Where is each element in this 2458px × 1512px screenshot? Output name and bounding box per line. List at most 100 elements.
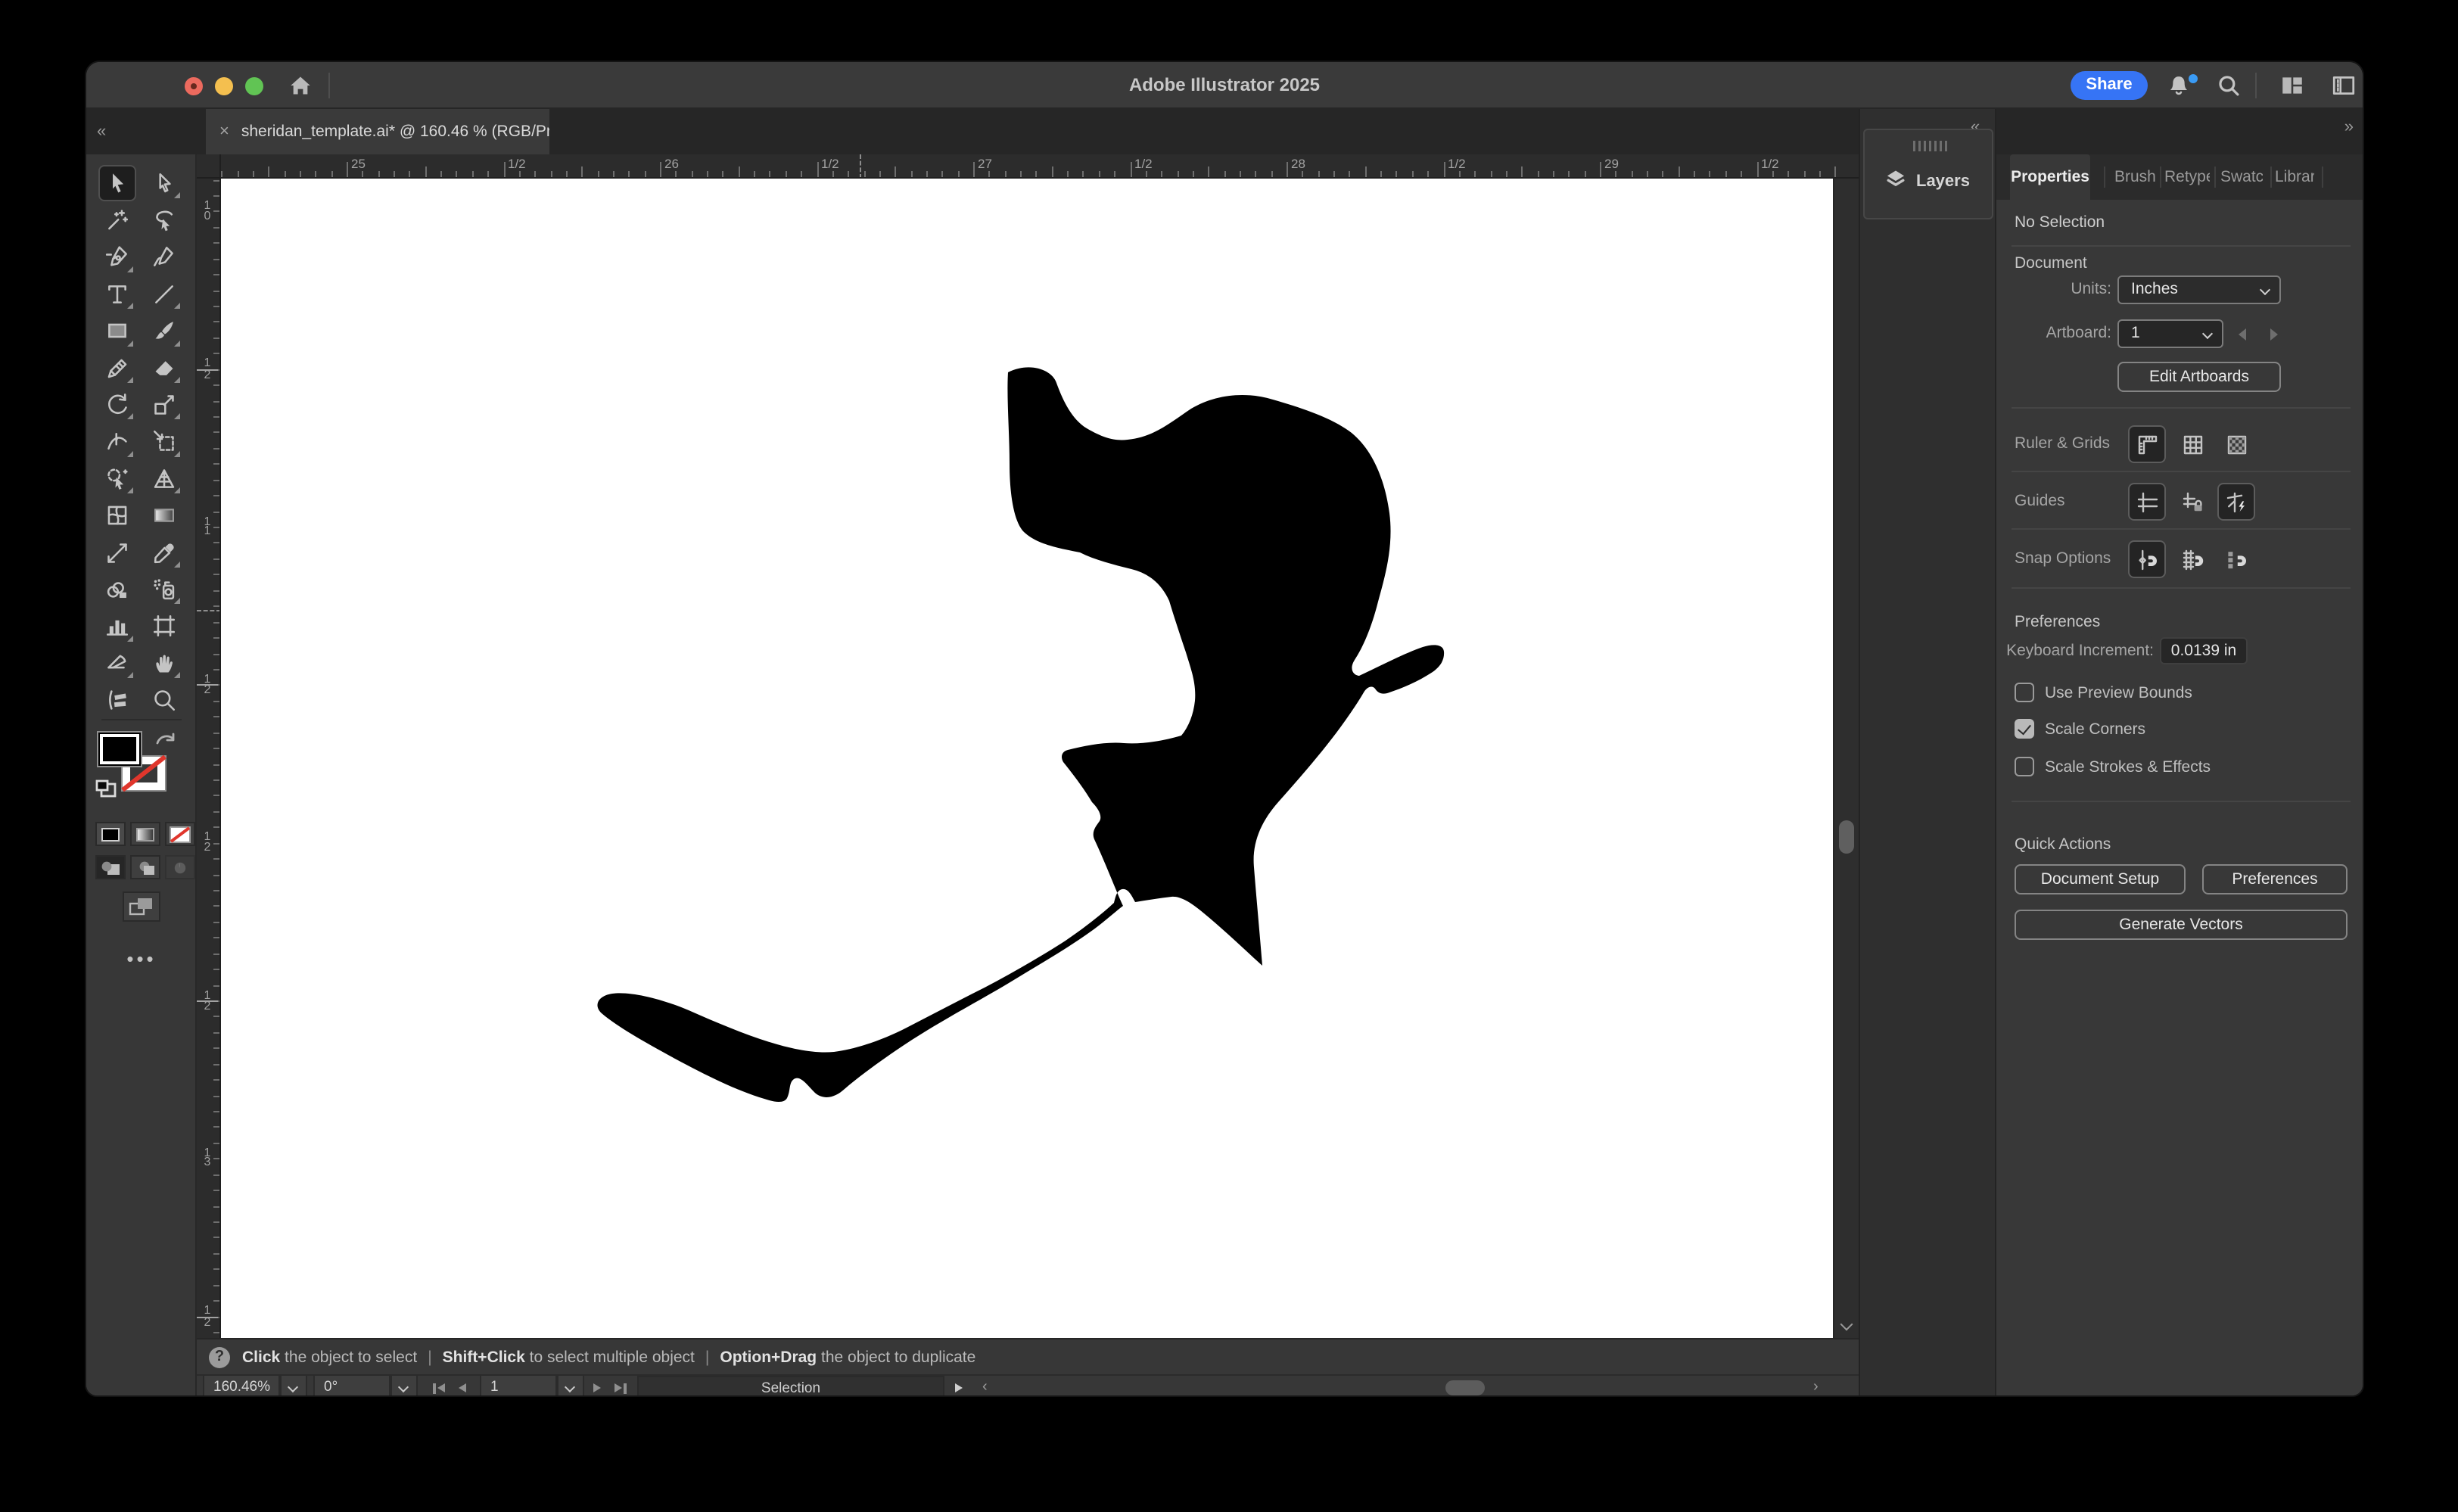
show-grid-button[interactable] <box>2175 427 2210 462</box>
rectangle-tool[interactable] <box>100 314 135 347</box>
show-transparency-grid-button[interactable] <box>2219 427 2254 462</box>
workspace-switcher-icon[interactable] <box>2279 73 2305 98</box>
lock-guides-button[interactable] <box>2175 484 2210 519</box>
hand-tool[interactable] <box>147 646 182 680</box>
last-artboard-icon[interactable] <box>614 1383 622 1392</box>
edit-artboards-button[interactable]: Edit Artboards <box>2117 362 2281 392</box>
previous-artboard-arrow-icon[interactable] <box>2239 328 2246 341</box>
notifications-bell-icon[interactable] <box>2166 73 2192 98</box>
none-button[interactable] <box>165 822 195 846</box>
pen-tool[interactable] <box>100 241 135 274</box>
tab-libraries[interactable]: Libraries <box>2275 154 2314 200</box>
slice-tool[interactable] <box>100 646 135 680</box>
tab-swatches[interactable]: Swatches <box>2220 154 2263 200</box>
help-icon[interactable]: ? <box>209 1347 230 1368</box>
units-select[interactable]: Inches <box>2117 275 2281 304</box>
curvature-tool[interactable] <box>147 241 182 274</box>
tab-retype[interactable]: Retype <box>2164 154 2210 200</box>
draw-behind-mode-button[interactable] <box>130 855 160 879</box>
gradient-button[interactable] <box>130 822 160 846</box>
horizontal-scrollbar-thumb[interactable] <box>1445 1380 1485 1395</box>
scroll-down-arrow-icon[interactable] <box>1840 1320 1853 1332</box>
screen-mode-button[interactable] <box>123 891 160 922</box>
show-rulers-button[interactable] <box>2130 427 2164 462</box>
pencil-tool[interactable] <box>100 351 135 384</box>
fill-color-button[interactable] <box>95 822 126 846</box>
scroll-right-arrow-icon[interactable]: › <box>1813 1379 1819 1397</box>
tab-properties[interactable]: Properties <box>2010 154 2090 200</box>
artboard-select[interactable]: 1 <box>2117 319 2223 348</box>
ruler-origin-corner[interactable] <box>197 154 221 179</box>
document-setup-button[interactable]: Document Setup <box>2015 864 2186 894</box>
keyboard-increment-field[interactable]: 0.0139 in <box>2160 637 2248 664</box>
mesh-tool[interactable] <box>100 499 135 532</box>
eyedropper-tool[interactable] <box>147 536 182 569</box>
horizontal-ruler[interactable]: 251/2261/2271/2281/2291/2 <box>221 154 1859 179</box>
artboard-dropdown[interactable] <box>557 1376 584 1397</box>
share-button[interactable]: Share <box>2071 71 2148 100</box>
draw-inside-mode-button[interactable] <box>165 855 195 879</box>
selection-tool[interactable] <box>100 166 135 200</box>
first-artboard-icon[interactable] <box>433 1383 435 1393</box>
smart-guides-button[interactable] <box>2219 484 2254 519</box>
scale-tool[interactable] <box>147 388 182 422</box>
scroll-left-arrow-icon[interactable]: ‹ <box>982 1379 988 1397</box>
artwork-shape[interactable] <box>584 350 1462 1122</box>
next-artboard-arrow-icon[interactable] <box>2270 328 2278 341</box>
line-segment-tool[interactable] <box>147 277 182 310</box>
zoom-level-dropdown[interactable] <box>280 1376 307 1397</box>
free-transform-tool[interactable] <box>147 425 182 459</box>
checkbox-scale-strokes-effects[interactable] <box>2015 757 2034 776</box>
zoom-level-value[interactable]: 160.46% <box>203 1376 280 1397</box>
checkbox-use-preview-bounds[interactable] <box>2015 683 2034 702</box>
search-icon[interactable] <box>2216 73 2242 98</box>
measure-tool[interactable] <box>100 536 135 569</box>
vertical-ruler[interactable]: 1012111212121312 <box>197 179 221 1338</box>
direct-selection-tool[interactable] <box>147 166 182 200</box>
type-tool[interactable] <box>100 277 135 310</box>
tab-close-icon[interactable]: × <box>219 123 229 141</box>
artboard-viewport[interactable] <box>221 179 1833 1338</box>
snap-to-grid-button[interactable] <box>2175 542 2210 577</box>
layers-panel-button[interactable]: Layers <box>1863 129 1993 219</box>
snap-to-pixel-button[interactable] <box>2219 542 2254 577</box>
paintbrush-tool[interactable] <box>147 314 182 347</box>
expand-panel-chevron[interactable]: » <box>2344 120 2354 136</box>
tab-brushes[interactable]: Brushes <box>2114 154 2155 200</box>
width-tool[interactable] <box>100 425 135 459</box>
rotate-tool[interactable] <box>100 388 135 422</box>
rotation-dropdown[interactable] <box>390 1376 418 1397</box>
panel-grip-icon[interactable] <box>1913 141 1949 151</box>
rotation-value[interactable]: 0° <box>313 1376 390 1397</box>
status-tool-indicator[interactable]: Selection <box>637 1376 944 1397</box>
document-tab[interactable]: ×sheridan_template.ai* @ 160.46 % (RGB/P… <box>206 109 549 154</box>
artboard-tool[interactable] <box>147 610 182 643</box>
draw-normal-mode-button[interactable] <box>95 855 126 879</box>
vertical-scrollbar-thumb[interactable] <box>1839 820 1854 854</box>
zoom-tool[interactable] <box>147 683 182 717</box>
default-fill-stroke-icon[interactable] <box>95 778 117 805</box>
snap-to-point-button[interactable] <box>2130 542 2164 577</box>
lasso-tool[interactable] <box>147 204 182 237</box>
blend-tool[interactable] <box>100 573 135 606</box>
preferences-button[interactable]: Preferences <box>2202 864 2348 894</box>
column-graph-tool[interactable] <box>100 610 135 643</box>
checkbox-scale-corners[interactable] <box>2015 719 2034 739</box>
fill-color-swatch[interactable] <box>97 731 142 767</box>
gradient-tool[interactable] <box>147 499 182 532</box>
first-artboard-icon[interactable] <box>437 1383 445 1392</box>
show-guides-button[interactable] <box>2130 484 2164 519</box>
status-menu-arrow-icon[interactable] <box>955 1383 963 1392</box>
magic-wand-tool[interactable] <box>100 204 135 237</box>
panels-toggle-icon[interactable] <box>2331 73 2357 98</box>
shape-builder-tool[interactable] <box>100 462 135 495</box>
next-artboard-icon[interactable] <box>593 1383 601 1392</box>
eraser-tool[interactable] <box>147 351 182 384</box>
generate-vectors-button[interactable]: Generate Vectors <box>2015 910 2348 940</box>
print-tiling-tool[interactable] <box>100 683 135 717</box>
symbol-sprayer-tool[interactable] <box>147 573 182 606</box>
perspective-grid-tool[interactable] <box>147 462 182 495</box>
edit-toolbar-button[interactable]: ••• <box>86 947 197 970</box>
vertical-scrollbar[interactable] <box>1833 179 1859 1338</box>
previous-artboard-icon[interactable] <box>459 1383 466 1392</box>
